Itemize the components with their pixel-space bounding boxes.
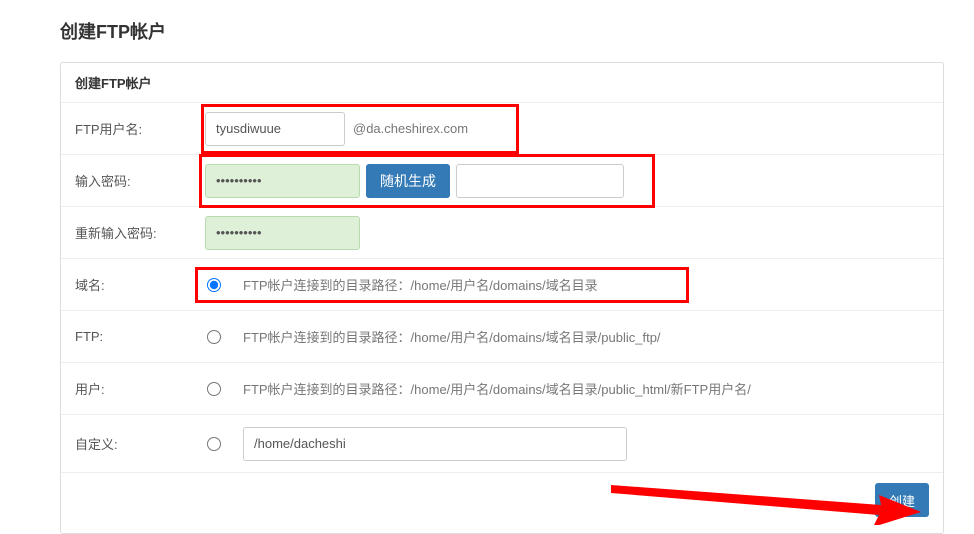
panel-header: 创建FTP帐户 xyxy=(61,63,943,103)
label-password2: 重新输入密码: xyxy=(75,223,205,242)
password-input[interactable] xyxy=(205,164,360,198)
username-suffix: @da.cheshirex.com xyxy=(343,112,478,146)
row-option-ftp: FTP: FTP帐户连接到的目录路径：/home/用户名/domains/域名目… xyxy=(61,311,943,363)
page-title: 创建FTP帐户 xyxy=(60,10,944,62)
label-option-domain: 域名: xyxy=(75,275,205,294)
password-plain-input[interactable] xyxy=(456,164,624,198)
desc-ftp: FTP帐户连接到的目录路径：/home/用户名/domains/域名目录/pub… xyxy=(243,327,661,346)
row-password: 输入密码: 随机生成 xyxy=(61,155,943,207)
label-username: FTP用户名: xyxy=(75,119,205,138)
row-custom: 自定义: xyxy=(61,415,943,473)
password2-input[interactable] xyxy=(205,216,360,250)
row-password2: 重新输入密码: xyxy=(61,207,943,259)
row-username: FTP用户名: @da.cheshirex.com xyxy=(61,103,943,155)
label-password: 输入密码: xyxy=(75,171,205,190)
custom-path-input[interactable] xyxy=(243,427,627,461)
radio-ftp[interactable] xyxy=(207,330,221,344)
desc-user: FTP帐户连接到的目录路径：/home/用户名/domains/域名目录/pub… xyxy=(243,379,751,398)
label-option-user: 用户: xyxy=(75,379,205,398)
label-custom: 自定义: xyxy=(75,434,205,453)
radio-user[interactable] xyxy=(207,382,221,396)
create-ftp-panel: 创建FTP帐户 FTP用户名: @da.cheshirex.com 输入密码: … xyxy=(60,62,944,534)
submit-button[interactable]: 创建 xyxy=(875,483,929,517)
radio-custom[interactable] xyxy=(207,437,221,451)
radio-domain[interactable] xyxy=(207,278,221,292)
desc-domain: FTP帐户连接到的目录路径：/home/用户名/domains/域名目录 xyxy=(243,275,598,294)
panel-footer: 创建 xyxy=(61,473,943,533)
row-option-domain: 域名: FTP帐户连接到的目录路径：/home/用户名/domains/域名目录 xyxy=(61,259,943,311)
random-password-button[interactable]: 随机生成 xyxy=(366,164,450,198)
label-option-ftp: FTP: xyxy=(75,329,205,344)
username-input[interactable] xyxy=(205,112,345,146)
row-option-user: 用户: FTP帐户连接到的目录路径：/home/用户名/domains/域名目录… xyxy=(61,363,943,415)
